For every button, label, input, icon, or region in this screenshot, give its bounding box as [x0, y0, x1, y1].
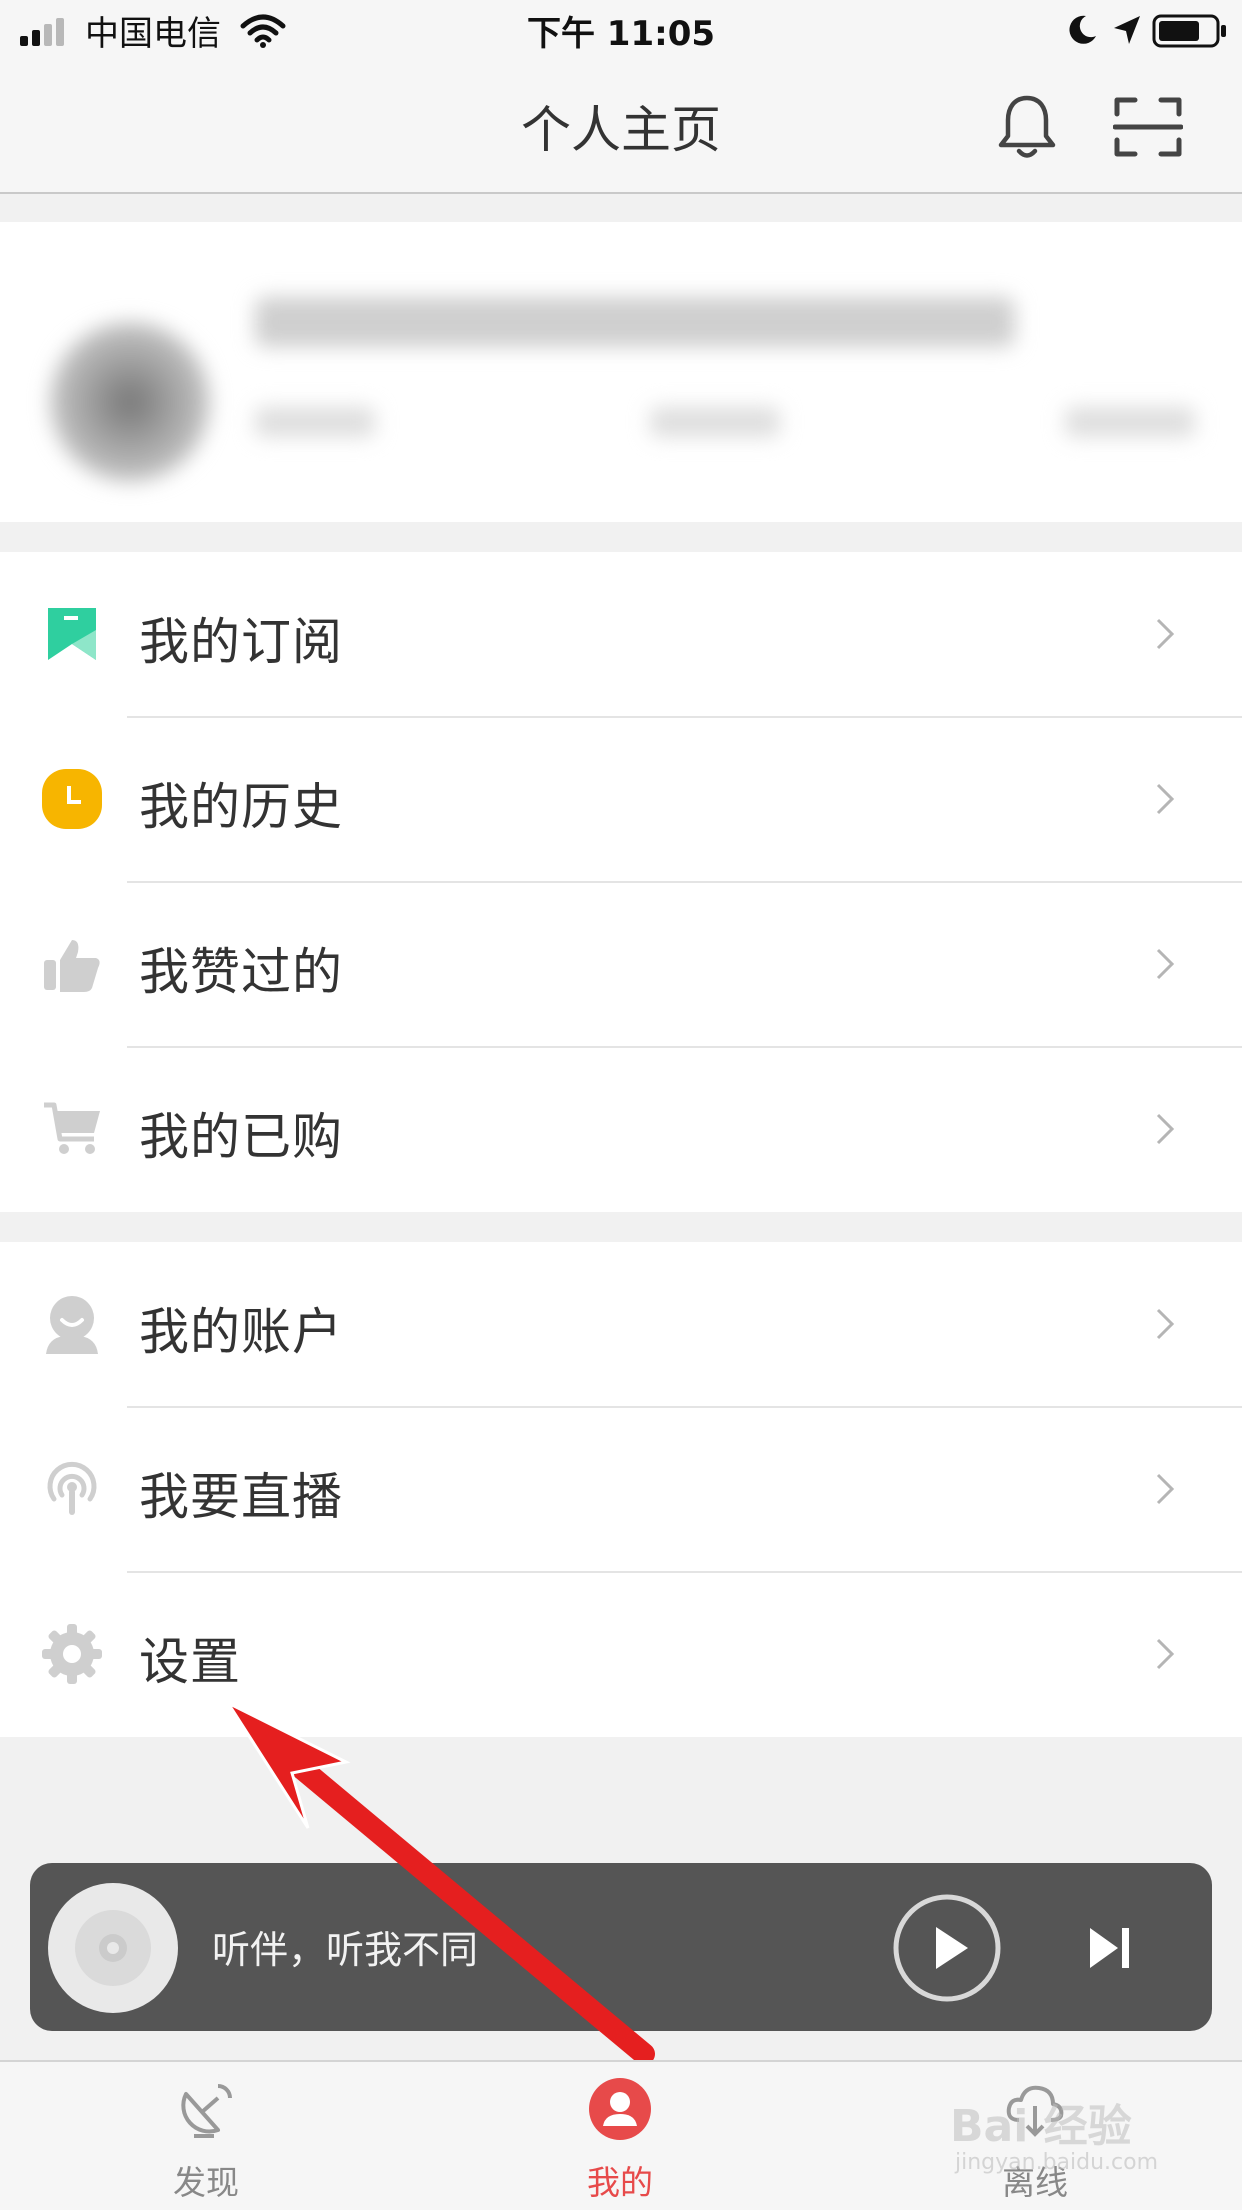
username-blurred: [255, 297, 1015, 347]
chevron-right-icon: [1156, 1113, 1175, 1145]
menu-item-label: 设置: [139, 1633, 241, 1691]
moon-icon: [1069, 15, 1096, 44]
thumbs-up-icon: [44, 940, 100, 992]
battery-icon: [1152, 14, 1226, 48]
gear-icon: [42, 1624, 102, 1684]
tab-mine[interactable]: 我的: [520, 2062, 720, 2210]
tab-label: 我的: [587, 2163, 653, 2202]
broadcast-icon: [47, 1461, 97, 1515]
location-arrow-icon: [1114, 16, 1140, 44]
status-time: 下午 11:05: [526, 14, 716, 54]
watermark-url: jingyan.baidu.com: [955, 2150, 1159, 2175]
menu-item-label: 我要直播: [139, 1468, 343, 1526]
chevron-right-icon: [1156, 1308, 1175, 1340]
menu-item-label: 我赞过的: [139, 943, 343, 1001]
album-disc: [48, 1883, 178, 2013]
menu-group-2: 我的账户 我要直播 设置: [0, 1242, 1242, 1737]
skip-next-icon: [1090, 1928, 1118, 1968]
menu-group-1: 我的订阅 我的历史 我赞过的 我的已购: [0, 552, 1242, 1212]
account-icon: [46, 1296, 98, 1354]
clock-icon: [42, 769, 102, 829]
chevron-right-icon: [1156, 618, 1175, 650]
next-button[interactable]: [1080, 1918, 1140, 1978]
bookmark-icon: [48, 608, 96, 660]
bell-icon: [998, 95, 1056, 158]
cart-icon: [44, 1102, 100, 1154]
profile-card[interactable]: [0, 222, 1242, 522]
stat-2-blurred: [650, 407, 780, 437]
tab-label: 发现: [173, 2163, 239, 2202]
notifications-button[interactable]: [982, 82, 1072, 172]
disc-icon: [75, 1910, 151, 1986]
menu-item-purchased[interactable]: 我的已购: [0, 1047, 1242, 1212]
status-bar: 中国电信 下午 11:05: [0, 0, 1242, 62]
chevron-right-icon: [1156, 948, 1175, 980]
menu-item-history[interactable]: 我的历史: [0, 717, 1242, 882]
menu-item-label: 我的已购: [139, 1108, 343, 1166]
nav-bar: 个人主页: [0, 62, 1242, 194]
menu-item-liked[interactable]: 我赞过的: [0, 882, 1242, 1047]
stat-1-blurred: [255, 407, 375, 437]
menu-item-go-live[interactable]: 我要直播: [0, 1407, 1242, 1572]
menu-item-label: 我的订阅: [139, 613, 343, 671]
tab-discover[interactable]: 发现: [106, 2062, 306, 2210]
chevron-right-icon: [1156, 783, 1175, 815]
avatar[interactable]: [50, 322, 210, 482]
scan-icon: [1113, 97, 1183, 157]
menu-item-label: 我的账户: [139, 1303, 343, 1361]
stat-3-blurred: [1065, 407, 1195, 437]
menu-item-label: 我的历史: [139, 778, 343, 836]
menu-item-settings[interactable]: 设置: [0, 1572, 1242, 1737]
watermark: Bai 经验: [950, 2101, 1132, 2152]
mini-player[interactable]: 听伴，听我不同: [30, 1863, 1212, 2031]
scan-button[interactable]: [1103, 82, 1193, 172]
player-title: 听伴，听我不同: [212, 1928, 479, 1972]
play-icon: [936, 1927, 968, 1969]
menu-item-subscriptions[interactable]: 我的订阅: [0, 552, 1242, 717]
user-icon: [589, 2078, 651, 2140]
chevron-right-icon: [1156, 1473, 1175, 1505]
play-button[interactable]: [892, 1893, 1002, 2003]
menu-item-account[interactable]: 我的账户: [0, 1242, 1242, 1407]
chevron-right-icon: [1156, 1638, 1175, 1670]
satellite-dish-icon: [181, 2084, 232, 2138]
